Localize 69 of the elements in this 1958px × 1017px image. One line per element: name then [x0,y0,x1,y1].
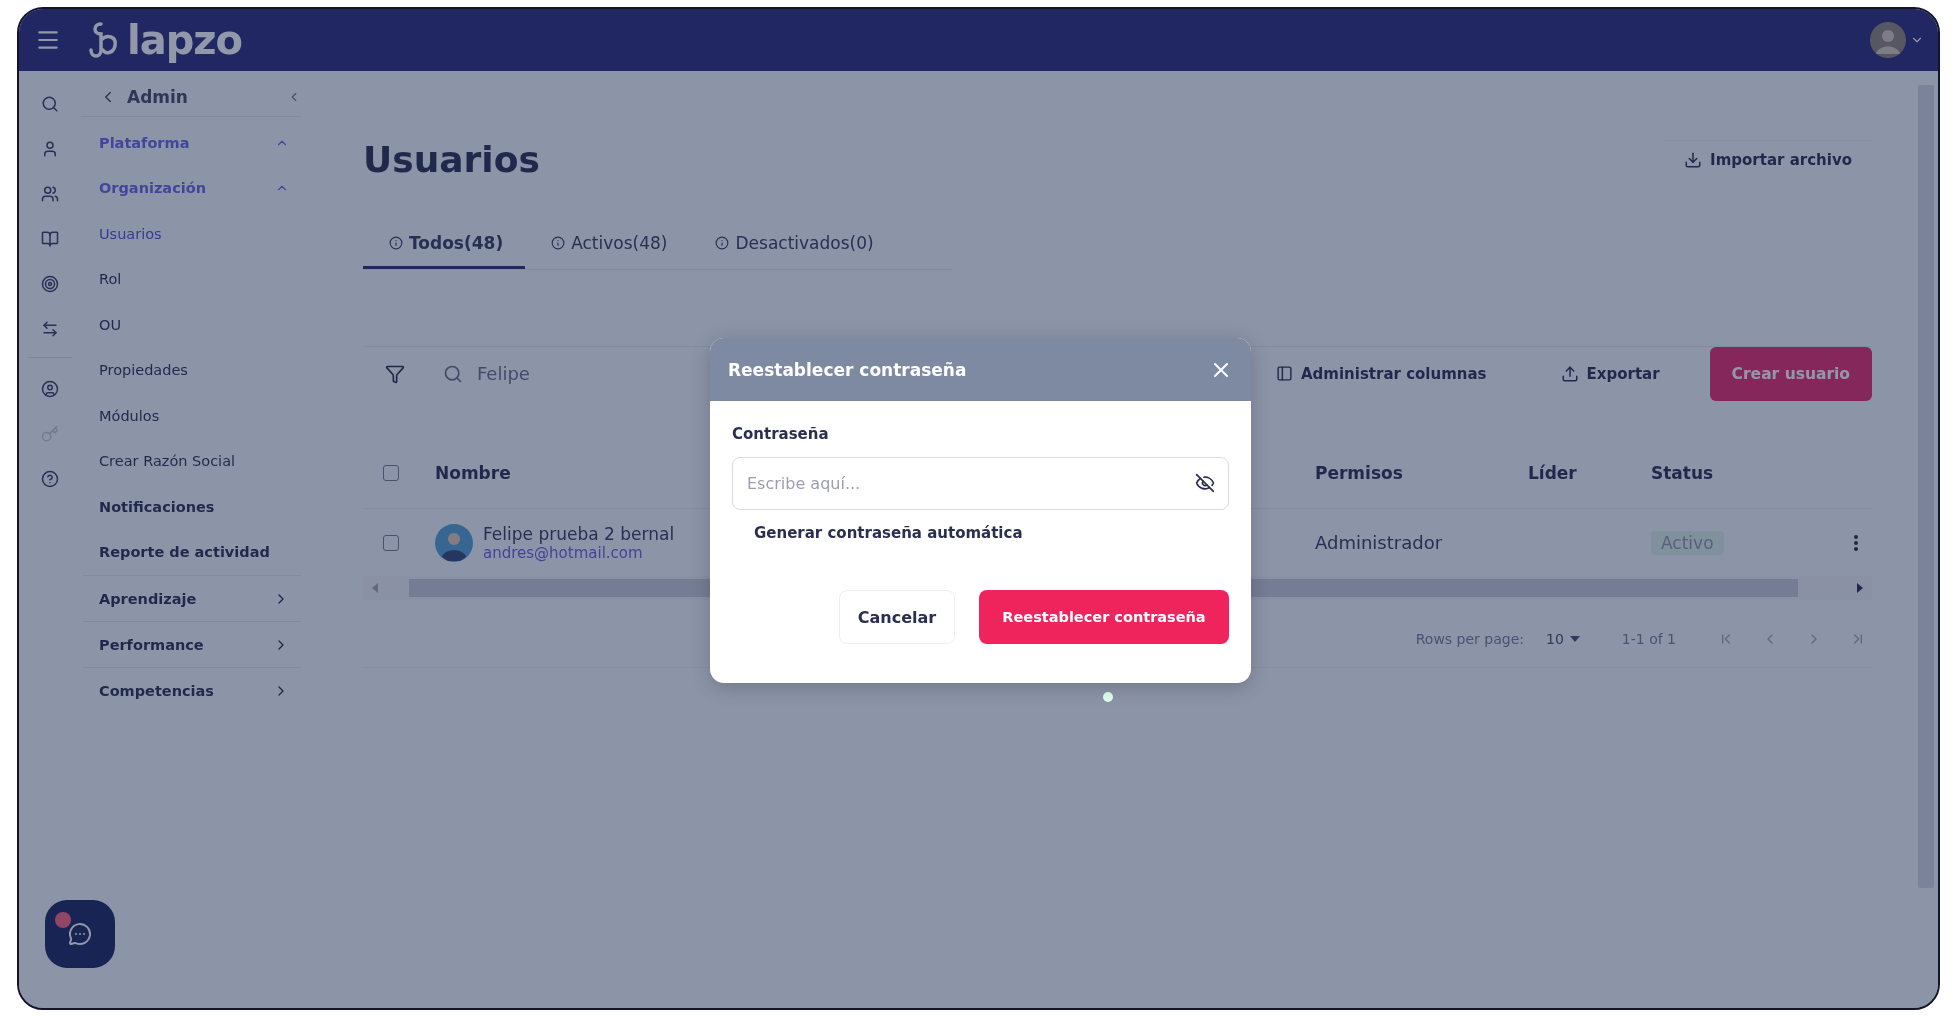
upload-icon [1560,364,1579,383]
columns-icon [1275,365,1293,382]
person-circle-icon [41,379,59,398]
sidebar-item[interactable]: Performance [83,621,301,667]
tab[interactable]: Activos(48) [525,219,690,269]
column-header: Nombre [435,463,511,483]
key-icon [41,424,59,443]
download-icon [1684,150,1703,169]
checkbox[interactable] [383,534,399,551]
sidebar-item[interactable]: Usuarios [83,211,301,257]
tab[interactable]: Desactivados(0) [689,219,896,269]
help-icon [41,469,59,488]
sidebar-item[interactable]: Rol [83,256,301,302]
user-email: andres@hotmail.com [483,543,643,562]
person-icon [41,139,59,158]
create-user-button[interactable]: Crear usuario [1709,346,1872,401]
search-field[interactable]: Felipe [475,362,675,385]
tab[interactable]: Todos(48) [363,219,526,269]
export-button[interactable]: Exportar [1540,354,1680,393]
sidebar-item[interactable]: Módulos [83,393,301,439]
sidebar-item[interactable]: Organización [83,165,301,211]
sidebar-item[interactable]: Crear Razón Social [83,438,301,484]
sidebar-item[interactable]: Propiedades [83,347,301,393]
filter-icon [385,363,405,384]
info-icon [389,235,403,250]
avatar-icon [1870,22,1906,58]
user-name: Felipe prueba 2 bernal [483,523,675,544]
logo-text: lapzo [127,17,243,63]
back-button[interactable]: Admin [99,86,188,107]
avatar-icon [435,523,473,562]
caret-icon [1569,635,1580,642]
info-icon [715,235,730,250]
book-icon [41,229,59,248]
search-icon [443,363,463,384]
column-header: Líder [1528,463,1577,483]
target-icon [41,274,59,293]
columns-button[interactable]: Administrar columnas [1255,354,1507,393]
table-cell: Administrador [1315,532,1443,553]
sidebar-item[interactable]: Plataforma [83,120,301,166]
search-icon [41,94,59,113]
column-header: Status [1651,463,1714,483]
eye-off-icon [1195,473,1215,493]
field-label: Contraseña [732,425,829,443]
chat-icon [68,922,92,946]
import-button[interactable]: Importar archivo [1664,139,1872,179]
sidebar-item[interactable]: OU [83,302,301,348]
page-title: Usuarios [363,138,540,180]
sidebar-item[interactable]: Aprendizaje [83,575,301,621]
checkbox[interactable] [383,465,399,481]
column-header: Permisos [1315,463,1403,483]
confirm-button[interactable]: Reestablecer contraseña [979,590,1229,644]
arrows-icon [41,319,59,338]
chat-button[interactable] [45,900,115,968]
info-icon [551,235,566,250]
people-icon [41,184,59,203]
sidebar-item[interactable]: Reporte de actividad [83,529,301,575]
rows-per-page-select[interactable]: 10 [1540,629,1586,648]
rows-per-page-label: Rows per page: [1415,630,1524,647]
generate-password-link[interactable]: Generar contraseña automática [754,524,1023,542]
user-menu-button[interactable] [1870,22,1924,58]
cancel-button[interactable]: Cancelar [839,590,955,644]
show-password-button[interactable] [1195,473,1215,493]
more-icon [1854,534,1858,551]
dialog-title: Reestablecer contraseña [728,359,967,380]
sidebar-item[interactable]: Notificaciones [83,484,301,530]
password-field[interactable]: Escribe aquí... [732,457,1229,510]
loading-dot [1103,692,1113,702]
sidebar-item[interactable]: Competencias [83,667,301,713]
page-range: 1-1 of 1 [1621,630,1676,647]
